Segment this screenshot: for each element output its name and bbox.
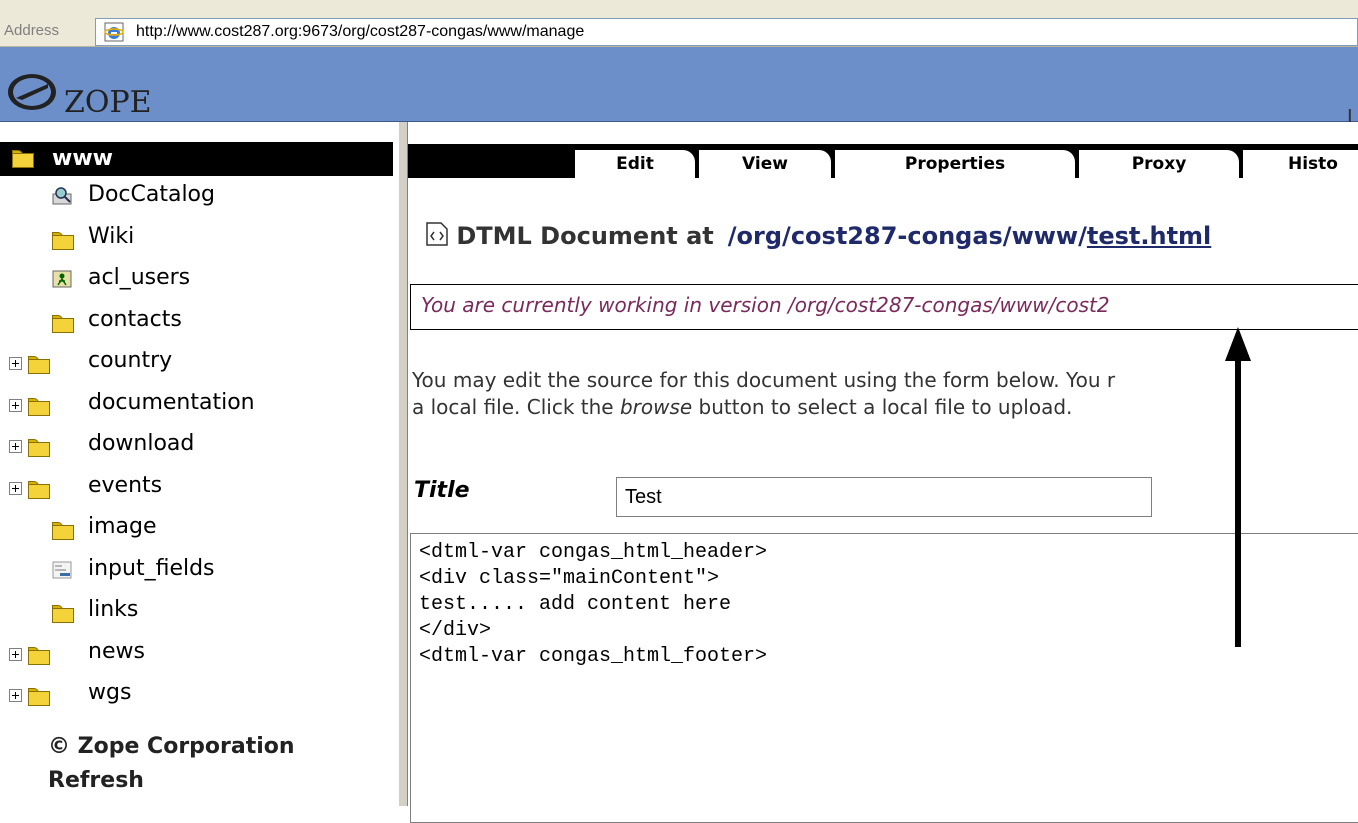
folder-icon — [52, 605, 74, 623]
tree-item-wgs[interactable]: wgs — [0, 680, 398, 714]
tree-item-acl-users[interactable]: acl_users — [0, 265, 398, 299]
dtml-document-icon — [426, 222, 448, 246]
folder-icon — [28, 398, 50, 416]
expand-plus-icon[interactable] — [9, 648, 22, 661]
folder-icon — [52, 315, 74, 333]
expand-plus-icon[interactable] — [9, 357, 22, 370]
document-path: /org/cost287-congas/www/ — [727, 222, 1087, 250]
page-title: DTML Document at/org/cost287-congas/www/… — [426, 222, 1211, 250]
tree-item-input-fields[interactable]: input_fields — [0, 556, 398, 590]
tree-item-contacts[interactable]: contacts — [0, 307, 398, 341]
tree-item-news[interactable]: news — [0, 639, 398, 673]
address-label: Address — [4, 22, 60, 39]
address-input[interactable]: http://www.cost287.org:9673/org/cost287-… — [95, 18, 1358, 46]
description-line-1: You may edit the source for this documen… — [412, 368, 1116, 392]
version-notice: You are currently working in version /or… — [421, 293, 1110, 317]
expand-plus-icon[interactable] — [9, 399, 22, 412]
address-url: http://www.cost287.org:9673/org/cost287-… — [136, 23, 585, 40]
folder-icon — [28, 481, 50, 499]
tab-edit[interactable]: Edit — [573, 150, 695, 178]
tree-item-label: Wiki — [88, 224, 135, 249]
source-editor[interactable]: <dtml-var congas_html_header> <div class… — [410, 533, 1358, 823]
expand-plus-icon[interactable] — [9, 440, 22, 453]
user-folder-icon — [52, 270, 72, 288]
tree-item-label: download — [88, 431, 195, 456]
tree-root-label: www — [52, 146, 113, 171]
expand-plus-icon[interactable] — [9, 482, 22, 495]
tree-item-download[interactable]: download — [0, 431, 398, 465]
tree-item-events[interactable]: events — [0, 473, 398, 507]
tree-item-documentation[interactable]: documentation — [0, 390, 398, 424]
frame-splitter[interactable] — [398, 122, 408, 806]
folder-icon — [28, 439, 50, 457]
tab-bar: Edit View Properties Proxy Histo — [408, 144, 1358, 178]
description-line-2a: a local file. Click the — [412, 395, 620, 419]
tree-item-country[interactable]: country — [0, 348, 398, 382]
tab-properties[interactable]: Properties — [833, 150, 1075, 178]
tree-item-image[interactable]: image — [0, 514, 398, 548]
tree-item-label: image — [88, 514, 157, 539]
folder-icon — [28, 688, 50, 706]
tree-item-doccatalog[interactable]: DocCatalog — [0, 182, 398, 216]
description-browse-emphasis: browse — [619, 395, 693, 419]
tab-proxy[interactable]: Proxy — [1077, 150, 1239, 178]
navigation-tree: www DocCatalog Wiki acl_users contacts count… — [0, 122, 398, 806]
form-icon — [52, 561, 72, 579]
address-bar: Address http://www.cost287.org:9673/org/… — [0, 0, 1358, 47]
tree-item-wiki[interactable]: Wiki — [0, 224, 398, 258]
refresh-link[interactable]: Refresh — [48, 768, 144, 793]
folder-icon — [52, 522, 74, 540]
tree-root-www[interactable]: www — [0, 142, 393, 176]
tab-view[interactable]: View — [697, 150, 831, 178]
tree-item-links[interactable]: links — [0, 597, 398, 631]
tab-history[interactable]: Histo — [1241, 150, 1358, 178]
tree-item-label: news — [88, 639, 145, 664]
folder-icon — [12, 150, 34, 168]
tree-item-label: acl_users — [88, 265, 191, 290]
internet-explorer-icon — [104, 22, 124, 42]
folder-icon — [28, 356, 50, 374]
tree-item-label: links — [88, 597, 139, 622]
tree-item-label: contacts — [88, 307, 182, 332]
tree-item-label: documentation — [88, 390, 255, 415]
copyright-link[interactable]: © Zope Corporation — [48, 734, 295, 759]
title-label: Title — [414, 478, 470, 503]
annotation-arrow-icon — [1225, 327, 1251, 647]
folder-icon — [28, 647, 50, 665]
folder-icon — [52, 232, 74, 250]
expand-plus-icon[interactable] — [9, 689, 22, 702]
tree-item-label: wgs — [88, 680, 132, 705]
edit-description: You may edit the source for this documen… — [412, 367, 1115, 421]
zope-header: ZOPE L — [0, 47, 1358, 129]
zope-logo-icon — [8, 74, 56, 110]
description-line-2b: button to select a local file to upload. — [692, 395, 1073, 419]
title-prefix: DTML Document at — [456, 222, 714, 250]
zope-logo-text: ZOPE — [64, 85, 152, 120]
document-link[interactable]: test.html — [1087, 222, 1211, 250]
tree-item-label: country — [88, 348, 173, 373]
version-notice-box: You are currently working in version /or… — [410, 284, 1358, 330]
tree-item-label: input_fields — [88, 556, 215, 581]
tree-item-label: events — [88, 473, 163, 498]
content-frame: Edit View Properties Proxy Histo DTML Do… — [408, 122, 1358, 823]
title-input[interactable] — [616, 477, 1152, 517]
catalog-icon — [52, 187, 72, 205]
tree-item-label: DocCatalog — [88, 182, 215, 207]
